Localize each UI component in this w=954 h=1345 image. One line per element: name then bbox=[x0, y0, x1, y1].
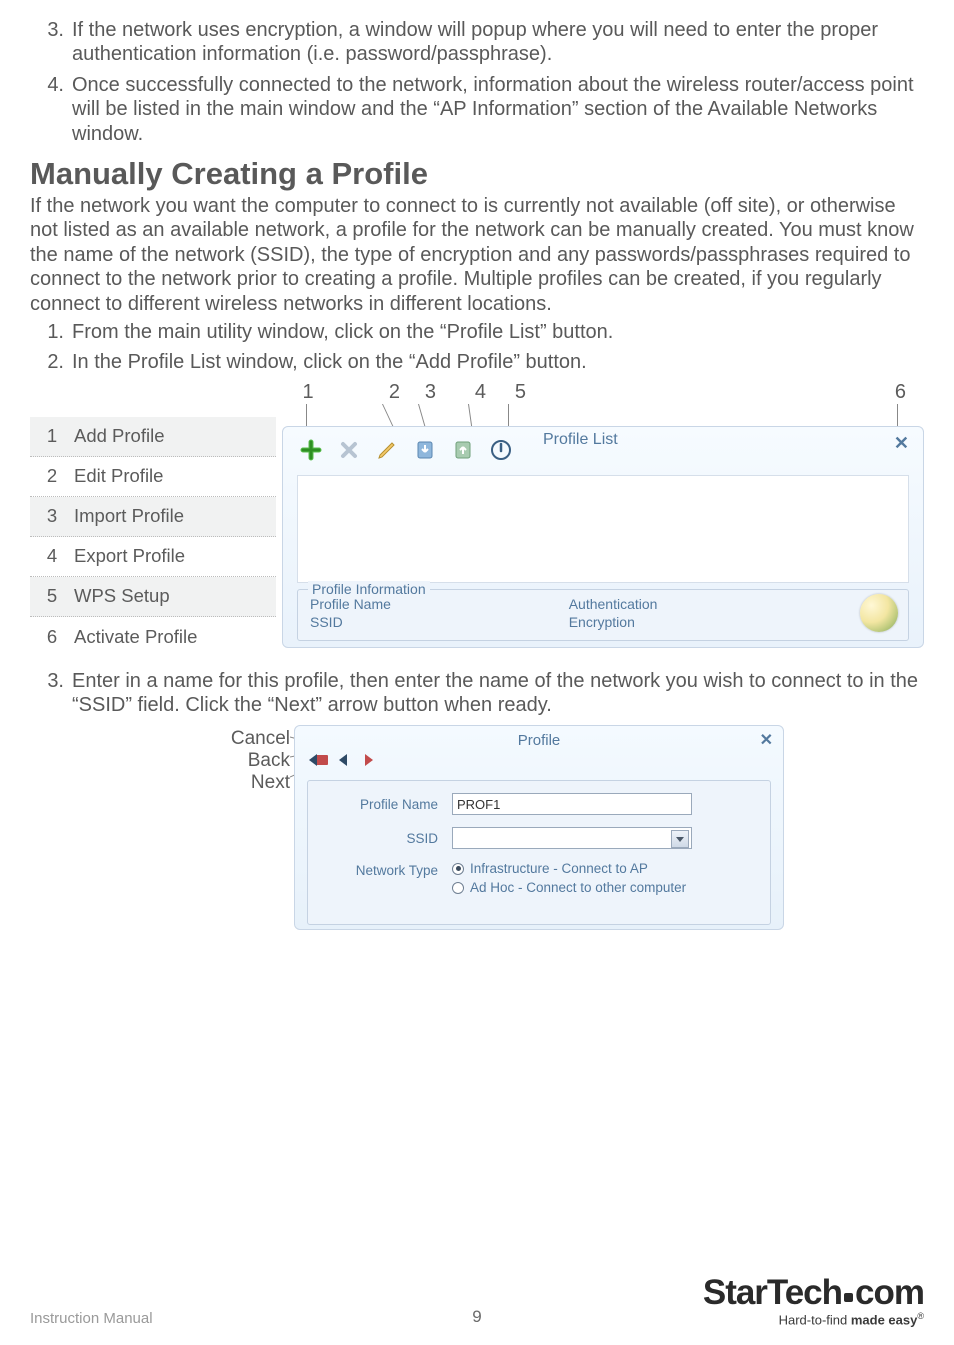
field-label: Network Type bbox=[322, 861, 452, 878]
brand-tagline: Hard-to-find made easy® bbox=[703, 1311, 924, 1327]
close-icon[interactable]: ✕ bbox=[894, 433, 909, 454]
profile-form: Profile Name SSID Network Type Infrastru… bbox=[307, 780, 771, 925]
close-icon[interactable]: ✕ bbox=[760, 730, 773, 750]
info-label: Profile Name bbox=[310, 596, 569, 612]
legend-num: 5 bbox=[30, 585, 74, 607]
legend-row: 4 Export Profile bbox=[30, 537, 276, 577]
field-label: SSID bbox=[322, 831, 452, 846]
group-legend: Profile Information bbox=[308, 581, 430, 597]
brand-block: StarTech com Hard-to-find made easy® bbox=[703, 1273, 924, 1327]
section-intro: If the network you want the computer to … bbox=[30, 194, 924, 316]
list-text: Once successfully connected to the netwo… bbox=[72, 73, 924, 146]
profile-wizard-window: Profile ✕ Profile Name SSID bbox=[294, 725, 784, 930]
intro-list-item-3: 3. If the network uses encryption, a win… bbox=[30, 18, 924, 67]
list-number: 4. bbox=[30, 73, 72, 146]
network-type-infra-radio[interactable]: Infrastructure - Connect to AP bbox=[452, 861, 686, 876]
page-number: 9 bbox=[472, 1307, 481, 1327]
list-text: If the network uses encryption, a window… bbox=[72, 18, 924, 67]
network-type-adhoc-radio[interactable]: Ad Hoc - Connect to other computer bbox=[452, 880, 686, 895]
legend-label: Activate Profile bbox=[74, 626, 276, 648]
callout: 4 bbox=[436, 381, 486, 404]
profile-list-title: Profile List bbox=[543, 431, 618, 449]
page-footer: Instruction Manual 9 StarTech com Hard-to… bbox=[30, 1273, 924, 1327]
info-label: SSID bbox=[310, 614, 569, 630]
field-label: Profile Name bbox=[322, 797, 452, 812]
callout: 2 bbox=[326, 381, 400, 404]
profile-name-input[interactable] bbox=[452, 793, 692, 815]
legend-row: 5 WPS Setup bbox=[30, 577, 276, 617]
callout: 6 bbox=[526, 381, 924, 404]
legend-label: Import Profile bbox=[74, 505, 276, 527]
nav-callout-labels: Cancel Back Next bbox=[170, 725, 290, 795]
legend-row: 2 Edit Profile bbox=[30, 457, 276, 497]
profile-list-figure: 1 2 3 4 5 6 bbox=[282, 381, 924, 648]
list-text: From the main utility window, click on t… bbox=[72, 320, 924, 344]
callout-label: Back bbox=[170, 751, 290, 770]
callout-stems bbox=[282, 404, 924, 426]
step-2: 2. In the Profile List window, click on … bbox=[30, 350, 924, 374]
profile-list-body bbox=[297, 475, 909, 583]
import-profile-icon[interactable] bbox=[411, 436, 439, 464]
ssid-select[interactable] bbox=[452, 827, 692, 849]
radio-label: Ad Hoc - Connect to other computer bbox=[470, 880, 686, 895]
add-profile-icon[interactable] bbox=[297, 436, 325, 464]
info-label: Encryption bbox=[569, 614, 828, 630]
legend-num: 2 bbox=[30, 465, 74, 487]
callout: 3 bbox=[400, 381, 436, 404]
back-button[interactable] bbox=[335, 751, 355, 774]
activate-profile-icon[interactable] bbox=[860, 594, 898, 632]
profile-list-toolbar bbox=[297, 436, 515, 464]
brand-dot-icon bbox=[844, 1293, 853, 1302]
list-number: 3. bbox=[30, 18, 72, 67]
callout-label: Cancel bbox=[170, 729, 290, 748]
step-1: 1. From the main utility window, click o… bbox=[30, 320, 924, 344]
export-profile-icon[interactable] bbox=[449, 436, 477, 464]
delete-profile-icon[interactable] bbox=[335, 436, 363, 464]
edit-profile-icon[interactable] bbox=[373, 436, 401, 464]
list-text: In the Profile List window, click on the… bbox=[72, 350, 924, 374]
wps-setup-icon[interactable] bbox=[487, 436, 515, 464]
profile-wizard-diagram: Cancel Back Next Profile ✕ bbox=[30, 725, 924, 930]
info-label: Authentication bbox=[569, 596, 828, 612]
wizard-nav bbox=[307, 751, 771, 774]
legend-num: 1 bbox=[30, 425, 74, 447]
legend-row: 3 Import Profile bbox=[30, 497, 276, 537]
radio-label: Infrastructure - Connect to AP bbox=[470, 861, 648, 876]
profile-list-window: Profile List ✕ Profile Information Profi… bbox=[282, 426, 924, 648]
legend-label: Edit Profile bbox=[74, 465, 276, 487]
dialog-title: Profile bbox=[307, 730, 771, 749]
callout: 1 bbox=[290, 381, 326, 404]
section-heading: Manually Creating a Profile bbox=[30, 156, 924, 192]
callout: 5 bbox=[486, 381, 526, 404]
list-text: Enter in a name for this profile, then e… bbox=[72, 669, 924, 718]
profile-information-group: Profile Information Profile Name SSID Au… bbox=[297, 589, 909, 641]
callout-label: Next bbox=[170, 773, 290, 792]
brand-text: StarTech bbox=[703, 1273, 842, 1312]
next-button[interactable] bbox=[359, 751, 379, 774]
legend-num: 3 bbox=[30, 505, 74, 527]
footer-manual-label: Instruction Manual bbox=[30, 1310, 153, 1327]
profile-list-diagram: 1 Add Profile 2 Edit Profile 3 Import Pr… bbox=[30, 381, 924, 657]
list-number: 1. bbox=[30, 320, 72, 344]
brand-suffix: com bbox=[855, 1273, 924, 1312]
legend-row: 1 Add Profile bbox=[30, 417, 276, 457]
legend-label: Add Profile bbox=[74, 425, 276, 447]
list-number: 2. bbox=[30, 350, 72, 374]
legend-label: WPS Setup bbox=[74, 585, 276, 607]
legend-label: Export Profile bbox=[74, 545, 276, 567]
legend-num: 4 bbox=[30, 545, 74, 567]
list-number: 3. bbox=[30, 669, 72, 718]
legend-table: 1 Add Profile 2 Edit Profile 3 Import Pr… bbox=[30, 417, 276, 657]
callout-row: 1 2 3 4 5 6 bbox=[282, 381, 924, 404]
step-3: 3. Enter in a name for this profile, the… bbox=[30, 669, 924, 718]
radio-dot-icon bbox=[452, 863, 464, 875]
legend-num: 6 bbox=[30, 626, 74, 648]
legend-row: 6 Activate Profile bbox=[30, 617, 276, 657]
radio-dot-icon bbox=[452, 882, 464, 894]
brand-logo: StarTech com bbox=[703, 1273, 924, 1313]
cancel-button[interactable] bbox=[307, 751, 331, 774]
intro-list-item-4: 4. Once successfully connected to the ne… bbox=[30, 73, 924, 146]
